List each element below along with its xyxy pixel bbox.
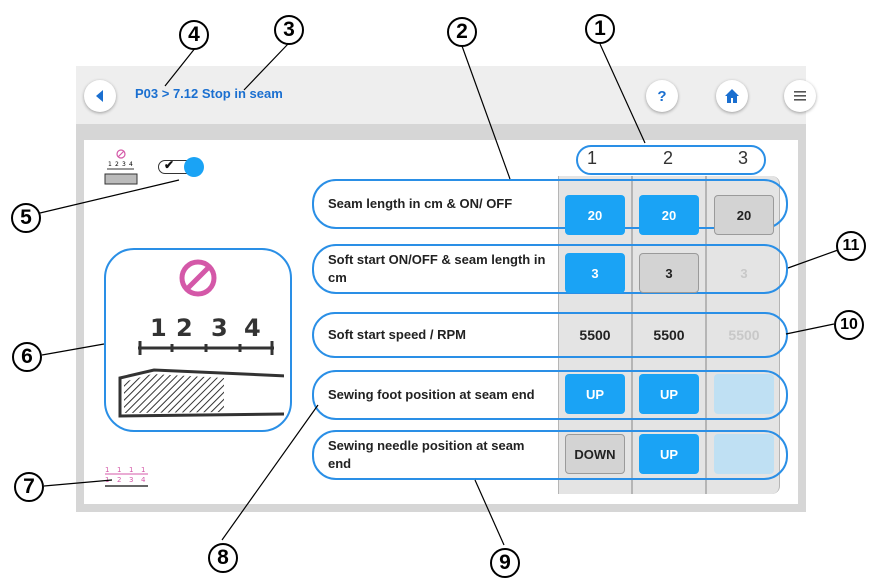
callout-6: 6	[12, 342, 42, 372]
callout-10: 10	[834, 310, 864, 340]
callout-2: 2	[447, 17, 477, 47]
callout-4: 4	[179, 20, 209, 50]
callout-8: 8	[208, 543, 238, 573]
callout-7: 7	[14, 472, 44, 502]
callout-11: 11	[836, 231, 866, 261]
callout-lines	[39, 43, 839, 546]
callout-1: 1	[585, 14, 615, 44]
callout-9: 9	[490, 548, 520, 578]
callout-3: 3	[274, 15, 304, 45]
callout-5: 5	[11, 203, 41, 233]
